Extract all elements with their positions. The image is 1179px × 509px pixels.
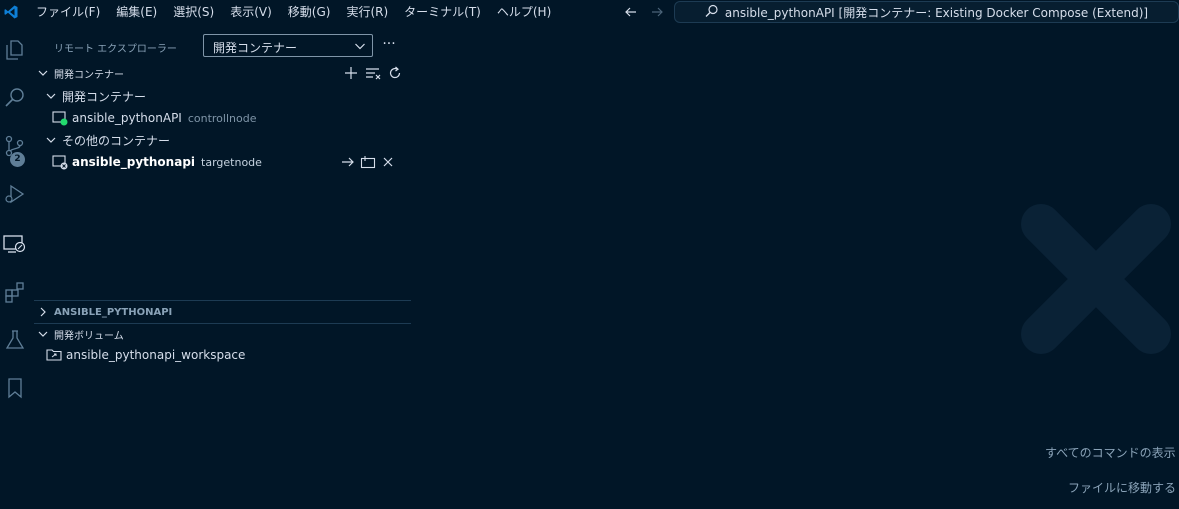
chevron-down-icon <box>354 40 366 55</box>
run-debug-icon[interactable] <box>0 174 30 214</box>
container-desc: controllnode <box>187 111 257 125</box>
search-icon[interactable] <box>0 78 30 118</box>
activity-bar: 2 <box>0 24 30 509</box>
remote-type-select-value: 開発コンテナー <box>213 41 298 55</box>
vscode-watermark-icon <box>1011 105 1179 407</box>
container-name: ansible_pythonAPI <box>72 111 182 125</box>
container-running-icon <box>52 110 68 126</box>
add-icon[interactable] <box>340 62 362 84</box>
container-actions <box>338 151 398 173</box>
back-arrow-icon[interactable] <box>618 0 644 24</box>
group-other-containers-label: その他のコンテナー <box>62 133 171 148</box>
list-item[interactable]: ansible_pythonAPI controllnode <box>30 107 411 129</box>
section-workspace[interactable]: ANSIBLE_PYTHONAPI <box>30 301 411 323</box>
arrow-right-icon[interactable] <box>338 151 358 173</box>
remote-explorer-sidebar: リモート エクスプローラー 開発コンテナー ··· 開発コンテナー 開発コンテナ… <box>30 24 411 509</box>
extensions-icon[interactable] <box>0 272 30 312</box>
sidebar-header: リモート エクスプローラー 開発コンテナー ··· <box>30 34 411 58</box>
source-control-icon[interactable]: 2 <box>0 126 30 167</box>
menu-bar: ファイル(F) 編集(E) 選択(S) 表示(V) 移動(G) 実行(R) ター… <box>28 0 559 24</box>
clear-all-icon[interactable] <box>362 62 384 84</box>
command-center[interactable]: ansible_pythonAPI [開発コンテナー: Existing Doc… <box>674 1 1179 23</box>
container-stopped-icon <box>52 154 68 170</box>
menu-edit[interactable]: 編集(E) <box>108 0 165 24</box>
section-workspace-label: ANSIBLE_PYTHONAPI <box>54 306 173 318</box>
menu-help[interactable]: ヘルプ(H) <box>489 0 559 24</box>
folder-icon <box>46 347 62 363</box>
menu-terminal[interactable]: ターミナル(T) <box>396 0 489 24</box>
menu-run[interactable]: 実行(R) <box>338 0 396 24</box>
chevron-right-icon <box>38 307 52 317</box>
editor-area: すべてのコマンドの表示 ファイルに移動する <box>411 24 1179 509</box>
close-icon[interactable] <box>378 151 398 173</box>
refresh-icon[interactable] <box>384 62 406 84</box>
menu-file[interactable]: ファイル(F) <box>28 0 108 24</box>
chevron-down-icon <box>38 329 52 339</box>
bookmark-icon[interactable] <box>0 368 30 408</box>
more-actions-button[interactable]: ··· <box>379 34 399 57</box>
menu-selection[interactable]: 選択(S) <box>165 0 222 24</box>
search-icon <box>705 4 719 21</box>
container-name: ansible_pythonapi <box>72 155 196 169</box>
chevron-down-icon <box>46 135 60 145</box>
testing-icon[interactable] <box>0 320 30 360</box>
forward-arrow-icon[interactable] <box>644 0 670 24</box>
volume-name: ansible_pythonapi_workspace <box>66 348 246 362</box>
section-volumes[interactable]: 開発ボリューム <box>30 323 411 345</box>
section-actions <box>340 62 406 84</box>
group-other-containers[interactable]: その他のコンテナー <box>30 129 411 151</box>
chevron-down-icon <box>46 91 60 101</box>
group-dev-containers[interactable]: 開発コンテナー <box>30 85 411 107</box>
list-item[interactable]: ansible_pythonapi_workspace <box>30 344 411 366</box>
menu-view[interactable]: 表示(V) <box>222 0 280 24</box>
group-dev-containers-label: 開発コンテナー <box>62 89 147 104</box>
navigation-controls <box>618 0 670 24</box>
vscode-logo-icon <box>0 0 22 24</box>
container-desc: targetnode <box>201 155 262 169</box>
command-center-label: ansible_pythonAPI [開発コンテナー: Existing Doc… <box>724 5 1149 20</box>
go-to-file-hint: ファイルに移動する <box>1068 481 1177 495</box>
section-dev-containers-label: 開発コンテナー <box>54 69 124 81</box>
section-volumes-label: 開発ボリューム <box>54 330 124 342</box>
scm-badge: 2 <box>10 152 25 167</box>
open-in-new-window-icon[interactable] <box>358 151 378 173</box>
remote-type-select[interactable]: 開発コンテナー <box>203 34 373 57</box>
title-bar: ファイル(F) 編集(E) 選択(S) 表示(V) 移動(G) 実行(R) ター… <box>0 0 1179 24</box>
show-all-commands-hint: すべてのコマンドの表示 <box>1045 446 1176 460</box>
remote-explorer-icon[interactable] <box>0 224 30 264</box>
sidebar-title: リモート エクスプローラー <box>54 44 177 55</box>
menu-go[interactable]: 移動(G) <box>280 0 339 24</box>
chevron-down-icon <box>38 68 52 78</box>
list-item[interactable]: ansible_pythonapi targetnode <box>30 151 411 173</box>
section-dev-containers[interactable]: 開発コンテナー <box>30 62 411 84</box>
explorer-icon[interactable] <box>0 30 30 70</box>
